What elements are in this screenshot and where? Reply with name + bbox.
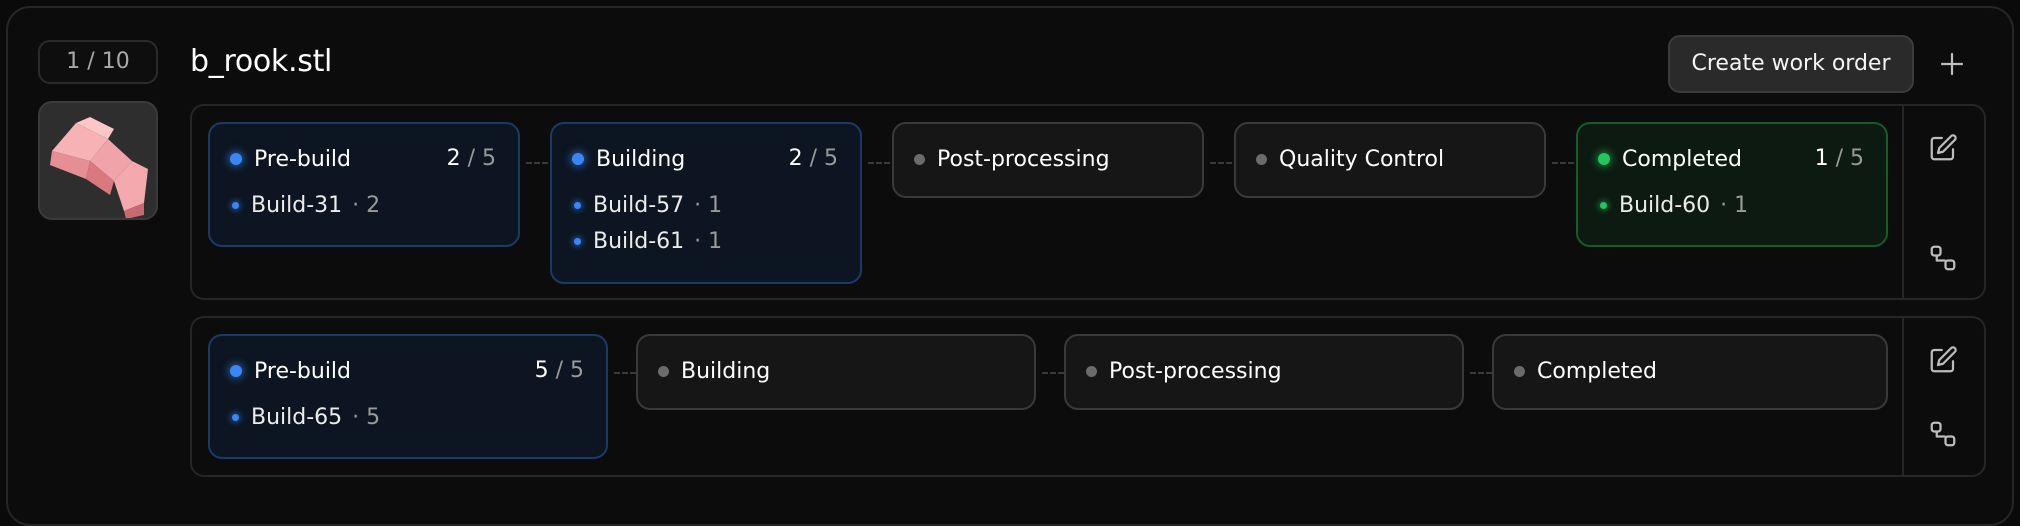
stage-connector <box>614 372 636 374</box>
stage-post-processing[interactable]: Post-processing <box>1064 334 1464 410</box>
row-actions <box>1902 106 1984 298</box>
stage-name: Quality Control <box>1279 146 1445 172</box>
build-dot <box>232 413 239 421</box>
status-dot-idle <box>1514 365 1525 377</box>
build-item[interactable]: Build-60 · 1 <box>1598 190 1748 220</box>
build-qty: · 1 <box>1720 192 1749 218</box>
build-qty: · 1 <box>694 228 723 254</box>
stage-connector <box>1210 162 1232 164</box>
part-thumbnail[interactable] <box>38 101 158 220</box>
edit-icon <box>1930 346 1957 373</box>
stage-building[interactable]: Building 2 / 5 Build-57 · 1 Build-61 · 1 <box>550 122 862 284</box>
status-dot-active <box>230 153 242 165</box>
build-item[interactable]: Build-65 · 5 <box>230 402 380 432</box>
rook-model-icon <box>50 117 148 218</box>
build-qty: · 1 <box>694 192 723 218</box>
stage-progress: 5 / 5 <box>534 358 584 383</box>
workflow-row-1: Pre-build 2 / 5 Build-31 · 2 Building 2 … <box>190 104 1986 300</box>
build-item[interactable]: Build-57 · 1 <box>572 190 722 220</box>
build-dot <box>574 237 581 245</box>
stage-name: Pre-build <box>254 358 352 384</box>
status-dot-active <box>230 365 242 377</box>
stage-connector <box>1470 372 1492 374</box>
workflow-icon <box>1930 245 1956 271</box>
status-dot-active <box>572 153 584 165</box>
build-label: Build-31 <box>251 192 343 218</box>
stage-connector <box>868 162 890 164</box>
stage-post-processing[interactable]: Post-processing <box>892 122 1204 198</box>
workflow-row-2: Pre-build 5 / 5 Build-65 · 5 Building Po… <box>190 316 1986 477</box>
stage-name: Post-processing <box>1109 358 1282 384</box>
stage-connector <box>1042 372 1064 374</box>
stage-name: Pre-build <box>254 146 352 172</box>
build-qty: · 5 <box>352 404 381 430</box>
workflow-button[interactable] <box>1923 238 1963 278</box>
stage-progress: 1 / 5 <box>1814 146 1864 171</box>
build-label: Build-57 <box>593 192 685 218</box>
build-dot <box>574 201 581 209</box>
status-dot-idle <box>1086 365 1097 377</box>
stage-building[interactable]: Building <box>636 334 1036 410</box>
stage-name: Completed <box>1622 146 1742 172</box>
build-label: Build-60 <box>1619 192 1711 218</box>
stage-progress: 2 / 5 <box>446 146 496 171</box>
workflow-icon <box>1930 421 1956 447</box>
file-title: b_rook.stl <box>190 44 333 79</box>
stage-name: Building <box>596 146 686 172</box>
build-item[interactable]: Build-31 · 2 <box>230 190 380 220</box>
build-item[interactable]: Build-61 · 1 <box>572 226 722 256</box>
status-dot-idle <box>914 153 925 165</box>
build-label: Build-65 <box>251 404 343 430</box>
status-dot-complete <box>1598 153 1610 165</box>
stage-completed[interactable]: Completed <box>1492 334 1888 410</box>
build-dot <box>1600 201 1607 209</box>
plus-icon <box>1940 52 1964 76</box>
item-counter: 1 / 10 <box>38 40 158 84</box>
status-dot-idle <box>658 365 669 377</box>
edit-workflow-button[interactable] <box>1923 128 1963 168</box>
stage-quality-control[interactable]: Quality Control <box>1234 122 1546 198</box>
status-dot-idle <box>1256 153 1267 165</box>
create-work-order-button[interactable]: Create work order <box>1668 35 1914 93</box>
build-dot <box>232 201 239 209</box>
edit-icon <box>1930 134 1957 161</box>
add-button[interactable] <box>1930 42 1974 86</box>
stage-completed[interactable]: Completed 1 / 5 Build-60 · 1 <box>1576 122 1888 247</box>
stage-pre-build[interactable]: Pre-build 2 / 5 Build-31 · 2 <box>208 122 520 247</box>
build-qty: · 2 <box>352 192 381 218</box>
stage-connector <box>526 162 548 164</box>
stage-progress: 2 / 5 <box>788 146 838 171</box>
stage-name: Building <box>681 358 771 384</box>
stage-name: Post-processing <box>937 146 1110 172</box>
row-actions <box>1902 318 1984 475</box>
stage-name: Completed <box>1537 358 1657 384</box>
stage-connector <box>1552 162 1574 164</box>
build-label: Build-61 <box>593 228 685 254</box>
workflow-button[interactable] <box>1923 414 1963 454</box>
edit-workflow-button[interactable] <box>1923 340 1963 380</box>
stage-pre-build[interactable]: Pre-build 5 / 5 Build-65 · 5 <box>208 334 608 459</box>
